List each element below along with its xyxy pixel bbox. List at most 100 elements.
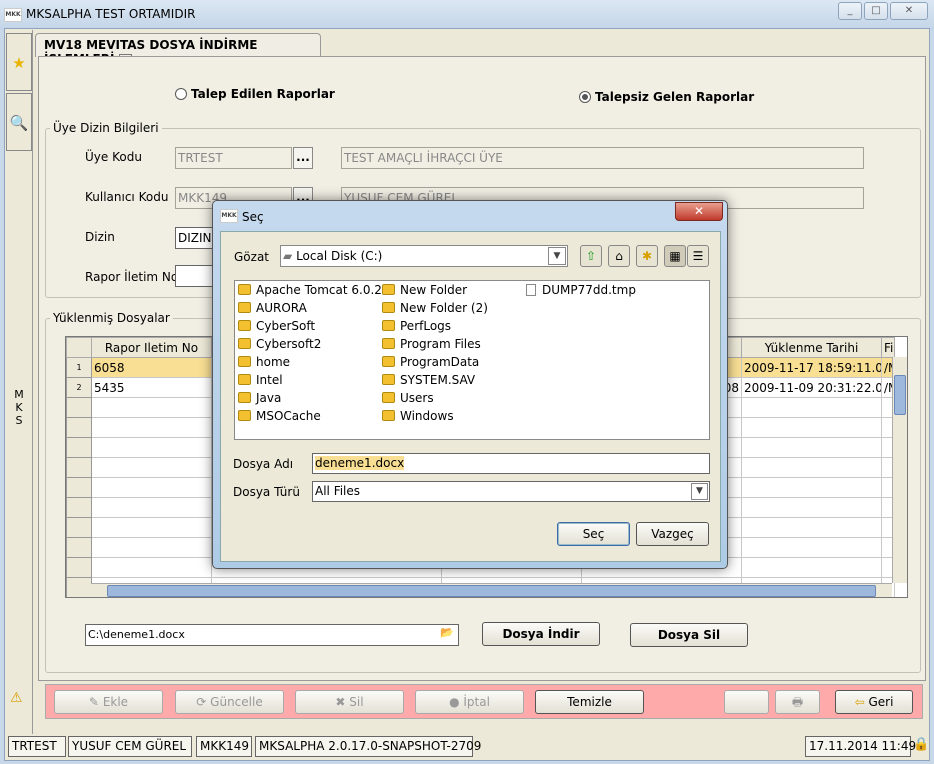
- print-icon: 🖶: [791, 695, 804, 709]
- warning-icon[interactable]: ⚠: [10, 690, 23, 706]
- cell: [91, 517, 212, 538]
- cell: [741, 497, 882, 518]
- file-path-field[interactable]: C:\deneme1.docx 📂: [85, 624, 459, 646]
- add-button[interactable]: ✎ Ekle: [54, 690, 163, 714]
- folder-item[interactable]: CyberSoft: [238, 319, 390, 337]
- minimize-button[interactable]: _: [838, 2, 862, 20]
- file-chooser-dialog: MKK Seç ✕ Gözat ▰ Local Disk (C:) ▼ ⇧ ⌂ ✱…: [212, 200, 728, 569]
- item-label: MSOCache: [256, 409, 321, 423]
- window-title: MKSALPHA TEST ORTAMIDIR: [26, 7, 196, 21]
- cell: [66, 517, 92, 538]
- folder-item[interactable]: Program Files: [382, 337, 488, 355]
- download-file-button[interactable]: Dosya İndir: [482, 622, 600, 646]
- folder-icon: [238, 356, 251, 367]
- folder-item[interactable]: Apache Tomcat 6.0.20: [238, 283, 390, 301]
- home-icon[interactable]: ⌂: [608, 245, 630, 267]
- select-button[interactable]: Seç: [557, 522, 630, 546]
- folder-item[interactable]: New Folder (2): [382, 301, 488, 319]
- refresh-icon: ⟳: [196, 695, 207, 709]
- dialog-close-button[interactable]: ✕: [675, 202, 723, 221]
- column-header[interactable]: Fi: [881, 337, 895, 358]
- radio-unrequested[interactable]: Talepsiz Gelen Raporlar: [579, 90, 754, 104]
- folder-item[interactable]: ProgramData: [382, 355, 488, 373]
- folder-item[interactable]: Java: [238, 391, 390, 409]
- chevron-down-icon[interactable]: ▼: [548, 247, 566, 265]
- folder-icon: [382, 392, 395, 403]
- file-name-field[interactable]: deneme1.docx: [312, 453, 710, 474]
- new-folder-icon[interactable]: ✱: [636, 245, 658, 267]
- add-icon: ✎: [88, 695, 99, 709]
- cell: [91, 457, 212, 478]
- back-label: Geri: [868, 695, 894, 709]
- delete-button[interactable]: ✖ Sil: [295, 690, 404, 714]
- folder-item[interactable]: New Folder: [382, 283, 488, 301]
- cell: [66, 417, 92, 438]
- uye-kodu-field[interactable]: TRTEST: [175, 147, 292, 169]
- file-item[interactable]: DUMP77dd.tmp: [526, 283, 636, 301]
- look-in-combo[interactable]: ▰ Local Disk (C:) ▼: [280, 245, 568, 267]
- list-view-icon[interactable]: ▦: [664, 245, 686, 267]
- radio-requested[interactable]: Talep Edilen Raporlar: [175, 87, 335, 101]
- cell: [741, 417, 882, 438]
- file-path-value: C:\deneme1.docx: [88, 628, 185, 641]
- folder-item[interactable]: PerfLogs: [382, 319, 488, 337]
- file-list: Apache Tomcat 6.0.20 AURORA CyberSoft Cyber…: [234, 280, 710, 440]
- folder-item[interactable]: AURORA: [238, 301, 390, 319]
- cell: [741, 457, 882, 478]
- folder-item[interactable]: Intel: [238, 373, 390, 391]
- print-button[interactable]: 🖶: [775, 690, 820, 714]
- item-label: PerfLogs: [400, 319, 452, 333]
- item-label: SYSTEM.SAV: [400, 373, 476, 387]
- folder-icon: [382, 338, 395, 349]
- column-header[interactable]: Yüklenme Tarihi: [741, 337, 882, 358]
- column-header[interactable]: Rapor Iletim No: [91, 337, 212, 358]
- cell: [741, 557, 882, 578]
- item-label: Windows: [400, 409, 454, 423]
- delete-file-button[interactable]: Dosya Sil: [630, 623, 748, 647]
- vertical-scrollbar[interactable]: [892, 357, 907, 583]
- search-icon[interactable]: 🔍: [6, 93, 32, 151]
- maximize-button[interactable]: □: [864, 2, 888, 20]
- cell: [66, 397, 92, 418]
- folder-icon: [382, 320, 395, 331]
- details-view-icon[interactable]: ☰: [687, 245, 709, 267]
- item-label: ProgramData: [400, 355, 480, 369]
- file-icon: [526, 284, 536, 296]
- cancel-button[interactable]: ● İptal: [415, 690, 524, 714]
- file-name-label: Dosya Adı: [233, 457, 294, 471]
- folder-item[interactable]: SYSTEM.SAV: [382, 373, 488, 391]
- update-button[interactable]: ⟳ Güncelle: [175, 690, 284, 714]
- open-folder-icon[interactable]: 📂: [440, 626, 454, 639]
- item-label: Program Files: [400, 337, 481, 351]
- up-folder-icon[interactable]: ⇧: [580, 245, 602, 267]
- blank-button[interactable]: [724, 690, 769, 714]
- scroll-thumb[interactable]: [894, 375, 906, 415]
- folder-item[interactable]: Windows: [382, 409, 488, 427]
- back-arrow-icon: ⇦: [854, 695, 865, 709]
- file-type-combo[interactable]: All Files ▼: [312, 481, 710, 502]
- status-user: YUSUF CEM GÜREL: [68, 736, 192, 757]
- folder-item[interactable]: Users: [382, 391, 488, 409]
- uye-adi-field: TEST AMAÇLI İHRAÇCI ÜYE: [341, 147, 864, 169]
- cell: [66, 557, 92, 578]
- uye-kodu-lookup-button[interactable]: ...: [293, 147, 313, 169]
- chevron-down-icon[interactable]: ▼: [691, 483, 708, 500]
- cell: [741, 437, 882, 458]
- cell: [91, 437, 212, 458]
- horizontal-scrollbar[interactable]: [91, 583, 892, 597]
- dialog-cancel-button[interactable]: Vazgeç: [636, 522, 709, 546]
- folder-icon: [238, 410, 251, 421]
- cell: [66, 477, 92, 498]
- folder-item[interactable]: Cybersoft2: [238, 337, 390, 355]
- folder-item[interactable]: home: [238, 355, 390, 373]
- tab-mv18[interactable]: MV18 MEVITAS DOSYA İNDİRME İŞLEMLERİ ✕: [35, 33, 321, 67]
- cell: [741, 397, 882, 418]
- back-button[interactable]: ⇦ Geri: [835, 690, 913, 714]
- clear-button[interactable]: Temizle: [535, 690, 644, 714]
- star-icon[interactable]: ★: [6, 33, 32, 91]
- close-window-button[interactable]: ✕: [890, 2, 928, 20]
- folder-icon: [382, 284, 395, 295]
- status-member: TRTEST: [8, 736, 66, 757]
- folder-item[interactable]: MSOCache: [238, 409, 390, 427]
- scroll-thumb[interactable]: [107, 585, 876, 597]
